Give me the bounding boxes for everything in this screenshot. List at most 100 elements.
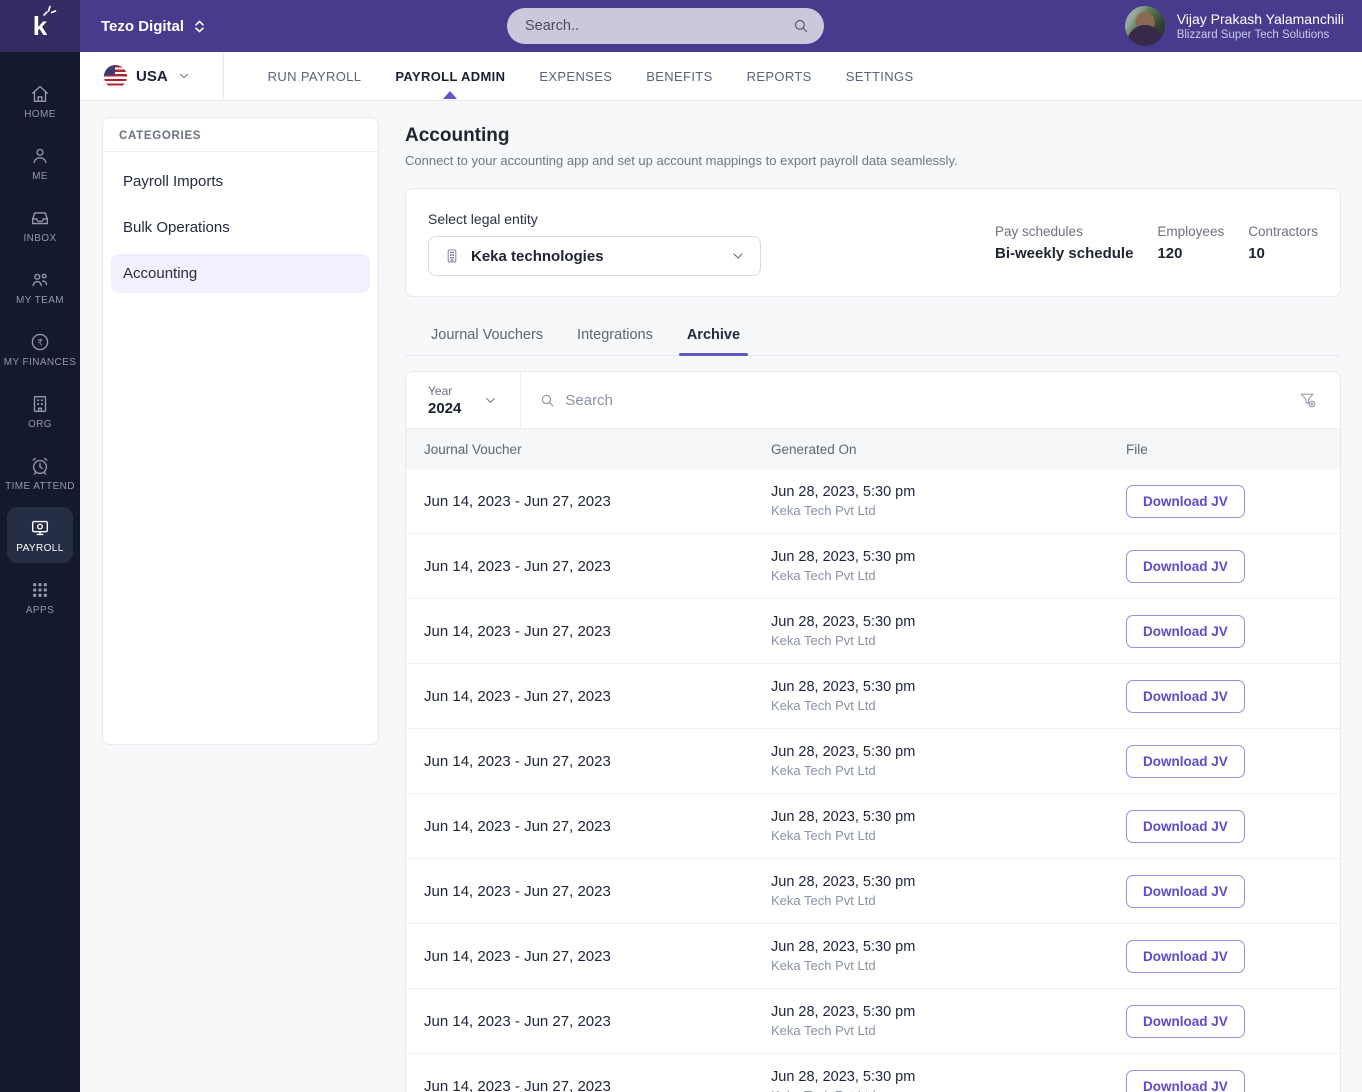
column-file: File bbox=[1126, 441, 1148, 457]
categories-panel: CATEGORIES Payroll Imports Bulk Operatio… bbox=[102, 117, 379, 745]
accounting-section: Accounting Connect to your accounting ap… bbox=[405, 117, 1341, 1092]
categories-title: CATEGORIES bbox=[103, 118, 378, 152]
company-name: Tezo Digital bbox=[101, 17, 185, 35]
country-selector[interactable]: USA bbox=[80, 52, 224, 100]
generated-on: Jun 28, 2023, 5:30 pm bbox=[771, 614, 916, 630]
table-row: Jun 14, 2023 - Jun 27, 2023 Jun 28, 2023… bbox=[406, 534, 1340, 599]
sidebar-item-apps[interactable]: APPS bbox=[7, 569, 73, 625]
entity-stats: Pay schedules Bi-weekly schedule Employe… bbox=[995, 224, 1318, 262]
company-name: Keka Tech Pvt Ltd bbox=[771, 828, 876, 843]
entity-label: Select legal entity bbox=[428, 211, 538, 227]
chevron-down-icon bbox=[733, 253, 743, 259]
clear-filter-button[interactable] bbox=[1276, 390, 1340, 410]
table-row: Jun 14, 2023 - Jun 27, 2023 Jun 28, 2023… bbox=[406, 599, 1340, 664]
table-row: Jun 14, 2023 - Jun 27, 2023 Jun 28, 2023… bbox=[406, 794, 1340, 859]
table-search[interactable] bbox=[521, 391, 1276, 409]
company-name: Keka Tech Pvt Ltd bbox=[771, 568, 876, 583]
stat-contractors: Contractors 10 bbox=[1248, 223, 1318, 262]
user-menu[interactable]: Vijay Prakash Yalamanchili Blizzard Supe… bbox=[1124, 6, 1344, 46]
rupee-circle-icon: ₹ bbox=[31, 333, 49, 350]
chevron-down-icon bbox=[486, 397, 496, 403]
generated-on: Jun 28, 2023, 5:30 pm bbox=[771, 939, 916, 955]
table-row: Jun 14, 2023 - Jun 27, 2023 Jun 28, 2023… bbox=[406, 989, 1340, 1054]
search-icon bbox=[794, 19, 808, 33]
voucher-period: Jun 14, 2023 - Jun 27, 2023 bbox=[424, 882, 611, 900]
sidebar-item-org[interactable]: ORG bbox=[7, 383, 73, 439]
tab-settings[interactable]: SETTINGS bbox=[829, 52, 931, 100]
legal-entity-select[interactable]: Keka technologies bbox=[428, 236, 761, 276]
table-row: Jun 14, 2023 - Jun 27, 2023 Jun 28, 2023… bbox=[406, 1054, 1340, 1092]
category-bulk-operations[interactable]: Bulk Operations bbox=[111, 208, 370, 247]
voucher-period: Jun 14, 2023 - Jun 27, 2023 bbox=[424, 622, 611, 640]
generated-on: Jun 28, 2023, 5:30 pm bbox=[771, 809, 916, 825]
voucher-period: Jun 14, 2023 - Jun 27, 2023 bbox=[424, 817, 611, 835]
generated-on: Jun 28, 2023, 5:30 pm bbox=[771, 679, 916, 695]
global-search-input[interactable] bbox=[525, 18, 792, 34]
tab-payroll-admin[interactable]: PAYROLL ADMIN bbox=[378, 52, 522, 100]
table-search-input[interactable] bbox=[565, 391, 1258, 409]
table-header: Journal Voucher Generated On File bbox=[406, 429, 1340, 469]
stat-employees: Employees 120 bbox=[1157, 223, 1225, 262]
tab-run-payroll[interactable]: RUN PAYROLL bbox=[251, 52, 379, 100]
company-name: Keka Tech Pvt Ltd bbox=[771, 958, 876, 973]
table-row: Jun 14, 2023 - Jun 27, 2023 Jun 28, 2023… bbox=[406, 859, 1340, 924]
company-name: Keka Tech Pvt Ltd bbox=[771, 893, 876, 908]
usa-flag-icon bbox=[104, 64, 127, 88]
download-jv-button[interactable]: Download JV bbox=[1126, 614, 1245, 648]
company-name: Keka Tech Pvt Ltd bbox=[771, 1023, 876, 1038]
voucher-period: Jun 14, 2023 - Jun 27, 2023 bbox=[424, 752, 611, 770]
tab-integrations[interactable]: Integrations bbox=[569, 321, 661, 355]
tab-benefits[interactable]: BENEFITS bbox=[629, 52, 729, 100]
year-filter[interactable]: Year 2024 bbox=[406, 372, 522, 428]
global-search[interactable] bbox=[507, 8, 824, 44]
download-jv-button[interactable]: Download JV bbox=[1126, 484, 1245, 518]
company-switcher[interactable]: Tezo Digital bbox=[80, 18, 207, 35]
user-name: Vijay Prakash Yalamanchili bbox=[1176, 10, 1344, 27]
download-jv-button[interactable]: Download JV bbox=[1126, 809, 1245, 843]
column-generated-on: Generated On bbox=[771, 441, 857, 457]
sidebar-item-my-team[interactable]: MY TEAM bbox=[7, 259, 73, 315]
download-jv-button[interactable]: Download JV bbox=[1126, 874, 1245, 908]
category-accounting[interactable]: Accounting bbox=[111, 254, 370, 293]
download-jv-button[interactable]: Download JV bbox=[1126, 549, 1245, 583]
sidebar-item-time-attend[interactable]: TIME ATTEND bbox=[5, 445, 74, 501]
sidebar-item-me[interactable]: ME bbox=[7, 135, 73, 191]
team-icon bbox=[32, 273, 48, 286]
app-logo[interactable]: k bbox=[0, 0, 80, 52]
filter-clear-icon bbox=[1300, 393, 1316, 408]
top-bar: Tezo Digital Vijay Prakash Yalamanchili … bbox=[80, 0, 1362, 52]
page-content: CATEGORIES Payroll Imports Bulk Operatio… bbox=[80, 101, 1362, 1092]
tab-journal-vouchers[interactable]: Journal Vouchers bbox=[423, 321, 551, 355]
download-jv-button[interactable]: Download JV bbox=[1126, 1004, 1245, 1038]
download-jv-button[interactable]: Download JV bbox=[1126, 679, 1245, 713]
building-icon bbox=[33, 395, 47, 412]
sidebar-item-home[interactable]: HOME bbox=[7, 73, 73, 129]
legal-entity-card: Select legal entity Keka technologies Pa… bbox=[405, 188, 1341, 297]
generated-on: Jun 28, 2023, 5:30 pm bbox=[771, 744, 916, 760]
table-row: Jun 14, 2023 - Jun 27, 2023 Jun 28, 2023… bbox=[406, 469, 1340, 534]
category-payroll-imports[interactable]: Payroll Imports bbox=[111, 162, 370, 201]
download-jv-button[interactable]: Download JV bbox=[1126, 1069, 1245, 1092]
download-jv-button[interactable]: Download JV bbox=[1126, 744, 1245, 778]
voucher-period: Jun 14, 2023 - Jun 27, 2023 bbox=[424, 687, 611, 705]
generated-on: Jun 28, 2023, 5:30 pm bbox=[771, 1004, 916, 1020]
download-jv-button[interactable]: Download JV bbox=[1126, 939, 1245, 973]
tab-archive[interactable]: Archive bbox=[678, 321, 749, 356]
page-title: Accounting bbox=[405, 125, 510, 146]
avatar bbox=[1124, 6, 1165, 46]
sidebar-item-payroll[interactable]: PAYROLL bbox=[7, 507, 73, 563]
company-name: Keka Tech Pvt Ltd bbox=[771, 633, 876, 648]
tab-expenses[interactable]: EXPENSES bbox=[522, 52, 629, 100]
tab-reports[interactable]: REPORTS bbox=[730, 52, 829, 100]
table-row: Jun 14, 2023 - Jun 27, 2023 Jun 28, 2023… bbox=[406, 664, 1340, 729]
generated-on: Jun 28, 2023, 5:30 pm bbox=[771, 549, 916, 565]
active-tab-indicator bbox=[443, 91, 458, 99]
sidebar-item-inbox[interactable]: INBOX bbox=[7, 197, 73, 253]
apps-grid-icon bbox=[33, 582, 47, 597]
sidebar-item-my-finances[interactable]: ₹ MY FINANCES bbox=[4, 321, 76, 377]
voucher-period: Jun 14, 2023 - Jun 27, 2023 bbox=[424, 947, 611, 965]
user-org: Blizzard Super Tech Solutions bbox=[1176, 28, 1330, 41]
accounting-tabs: Journal Vouchers Integrations Archive bbox=[405, 321, 1341, 356]
alarm-clock-icon bbox=[32, 457, 48, 475]
company-name: Keka Tech Pvt Ltd bbox=[771, 1088, 1126, 1092]
